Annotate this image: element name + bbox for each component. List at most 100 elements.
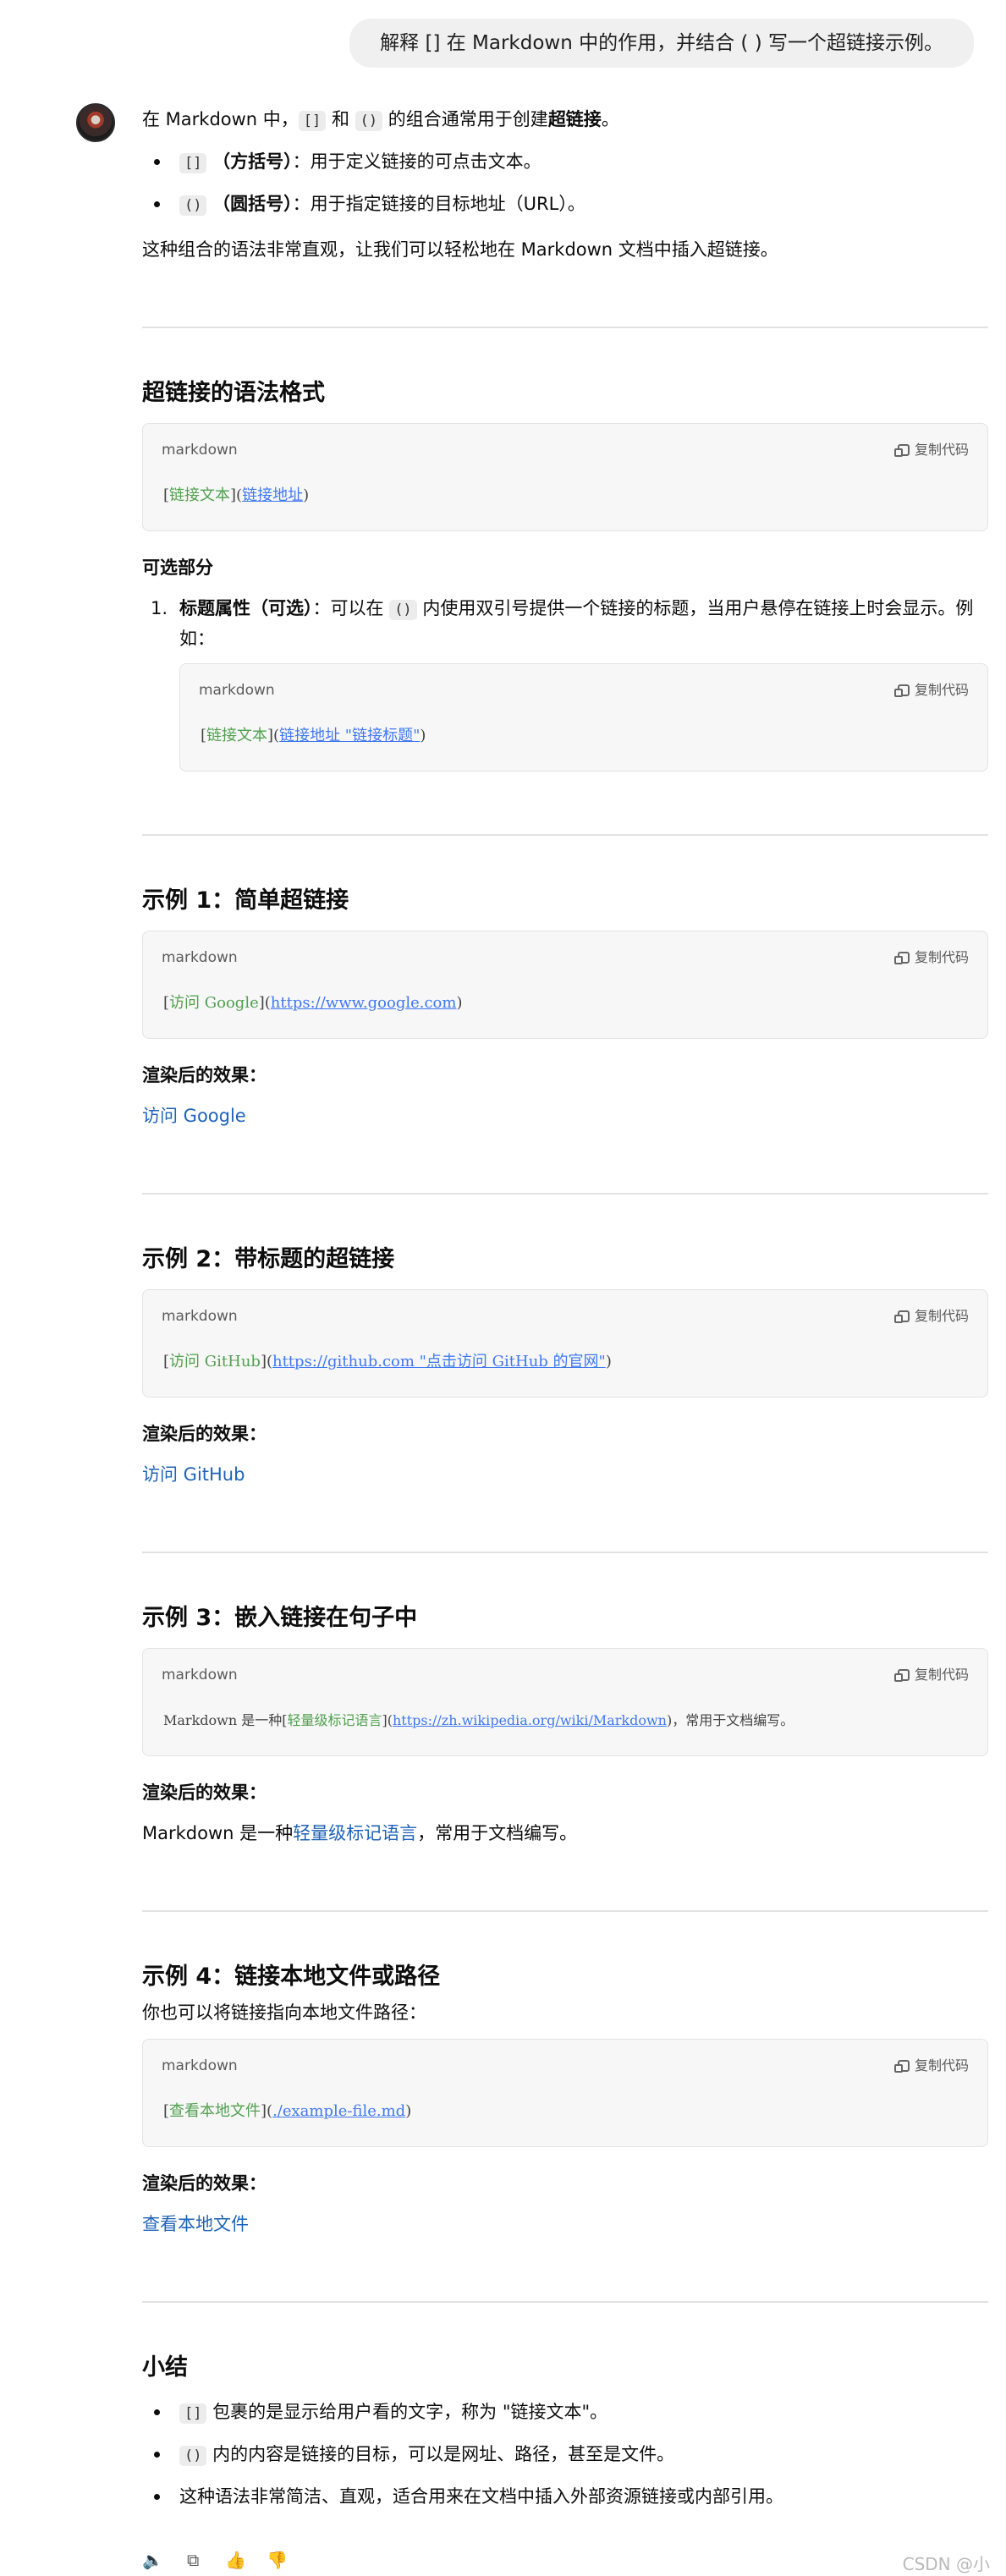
intro-text: 和 <box>326 109 355 129</box>
copy-label: 复制代码 <box>914 949 969 965</box>
section-title: 示例 2：带标题的超链接 <box>142 1246 395 1272</box>
copy-code-button[interactable]: 复制代码 <box>893 2051 969 2080</box>
list-number: 1. <box>151 598 168 618</box>
copy-label: 复制代码 <box>914 2057 969 2073</box>
copy-icon <box>893 2060 910 2073</box>
code-language-label: markdown <box>199 682 275 699</box>
code-language-label: markdown <box>162 1308 238 1325</box>
user-message-bubble: 解释 [] 在 Markdown 中的作用，并结合 ( ) 写一个超链接示例。 <box>349 19 974 68</box>
rendered-label: 渲染后的效果： <box>142 1782 267 1803</box>
code-punct: ]( <box>261 2102 273 2120</box>
rendered-link[interactable]: 查看本地文件 <box>142 2214 249 2234</box>
code-punct: [ <box>201 727 207 744</box>
thumbs-up-icon[interactable]: 👍 <box>225 2551 246 2569</box>
intro-bullet-list: [] （方括号）：用于定义链接的可点击文本。 () （圆括号）：用于指定链接的目… <box>142 147 988 220</box>
divider <box>142 2301 988 2303</box>
code-punct: ) <box>420 727 426 744</box>
code-link-text: 轻量级标记语言 <box>287 1712 382 1728</box>
code-block: markdown 复制代码 [访问 Google](https://www.go… <box>142 931 988 1039</box>
code-punct: [ <box>163 1353 170 1370</box>
code-language-label: markdown <box>162 1667 238 1683</box>
code-content: [访问 Google](https://www.google.com) <box>163 989 462 1018</box>
message-actions: 🔈 ⧉ 👍 👎 CSDN @小 <box>142 2551 990 2576</box>
copy-code-button[interactable]: 复制代码 <box>893 436 969 464</box>
inline-code: () <box>355 111 383 131</box>
thumbs-down-icon[interactable]: 👎 <box>267 2551 288 2569</box>
code-block: markdown 复制代码 [链接文本](链接地址 "链接标题") <box>179 663 988 772</box>
code-punct: )，常用于文档编写。 <box>666 1712 794 1728</box>
section-title: 示例 4：链接本地文件或路径 <box>142 1964 441 1990</box>
inline-code: () <box>179 2446 207 2466</box>
inline-code: () <box>389 600 417 620</box>
section-title: 示例 3：嵌入链接在句子中 <box>142 1605 418 1631</box>
code-punct: ]( <box>258 994 271 1012</box>
code-block: markdown 复制代码 [链接文本](链接地址) <box>142 423 988 531</box>
copy-icon[interactable]: ⧉ <box>184 2551 202 2569</box>
code-content: [查看本地文件](./example-file.md) <box>163 2097 411 2126</box>
rendered-link[interactable]: 访问 Google <box>142 1106 246 1126</box>
intro-paragraph: 在 Markdown 中，[] 和 () 的组合通常用于创建超链接。 <box>142 105 988 135</box>
code-block: markdown 复制代码 [查看本地文件](./example-file.md… <box>142 2039 988 2147</box>
code-block: markdown 复制代码 [访问 GitHub](https://github… <box>142 1289 988 1398</box>
code-link-text: 访问 GitHub <box>169 1353 261 1370</box>
code-punct: ]( <box>382 1712 393 1728</box>
code-punct: [ <box>163 2102 170 2120</box>
code-link-url: https://zh.wikipedia.org/wiki/Markdown <box>392 1712 667 1728</box>
code-punct: ) <box>605 1353 612 1370</box>
code-link-text: 查看本地文件 <box>169 2102 261 2120</box>
intro-text: 的组合通常用于创建 <box>382 109 548 129</box>
divider <box>142 834 988 836</box>
rendered-text: Markdown 是一种 <box>142 1823 294 1843</box>
code-punct: ]( <box>267 727 280 744</box>
list-text: 这种语法非常简洁、直观，适合用来在文档中插入外部资源链接或内部引用。 <box>179 2486 783 2507</box>
code-language-label: markdown <box>162 949 238 966</box>
copy-icon <box>893 952 910 964</box>
rendered-link[interactable]: 访问 GitHub <box>142 1464 245 1485</box>
code-punct: [ <box>163 486 170 504</box>
bullet-text: ：用于定义链接的可点击文本。 <box>292 151 541 172</box>
rendered-result: 访问 GitHub <box>142 1460 988 1489</box>
code-punct: ) <box>303 486 310 504</box>
code-punct: ) <box>456 994 463 1012</box>
copy-label: 复制代码 <box>914 1308 969 1324</box>
section-title: 超链接的语法格式 <box>142 380 325 406</box>
list-text: 内的内容是链接的目标，可以是网址、路径，甚至是文件。 <box>206 2444 675 2464</box>
assistant-avatar <box>76 103 115 142</box>
speaker-icon[interactable]: 🔈 <box>142 2551 163 2569</box>
rendered-link[interactable]: 轻量级标记语言 <box>293 1823 417 1843</box>
code-language-label: markdown <box>162 2057 238 2074</box>
copy-icon <box>893 1669 910 1682</box>
inline-code: () <box>179 195 207 216</box>
copy-icon <box>893 444 910 457</box>
copy-code-button[interactable]: 复制代码 <box>893 943 969 972</box>
bullet-bold: （方括号） <box>212 151 293 172</box>
bullet-bold: （圆括号） <box>212 194 293 214</box>
copy-code-button[interactable]: 复制代码 <box>893 1302 969 1331</box>
inline-code: [] <box>179 153 207 173</box>
code-link-url: https://github.com "点击访问 GitHub 的官网" <box>272 1353 606 1370</box>
copy-code-button[interactable]: 复制代码 <box>893 676 969 705</box>
code-link-url: ./example-file.md <box>272 2102 406 2120</box>
rendered-text: ，常用于文档编写。 <box>417 1823 578 1843</box>
rendered-label: 渲染后的效果： <box>142 1424 267 1444</box>
bullet-text: ：用于指定链接的目标地址（URL）。 <box>292 194 585 214</box>
list-item: 1. 标题属性（可选）：可以在 () 内使用双引号提供一个链接的标题，当用户悬停在… <box>142 594 988 653</box>
list-item: [] （方括号）：用于定义链接的可点击文本。 <box>142 147 988 178</box>
section-title: 示例 1：简单超链接 <box>142 887 349 914</box>
code-language-label: markdown <box>162 442 238 459</box>
copy-label: 复制代码 <box>914 682 969 698</box>
section-title: 小结 <box>142 2354 188 2381</box>
intro-paragraph-2: 这种组合的语法非常直观，让我们可以轻松地在 Markdown 文档中插入超链接。 <box>142 239 778 260</box>
intro-text: 。 <box>601 109 619 129</box>
copy-code-button[interactable]: 复制代码 <box>893 1661 969 1689</box>
copy-icon <box>893 1310 910 1323</box>
code-punct: ) <box>405 2102 412 2120</box>
inline-code: [] <box>179 2403 207 2424</box>
code-punct: ]( <box>230 486 243 504</box>
divider <box>142 1910 988 1912</box>
rendered-result: 访问 Google <box>142 1101 988 1130</box>
optional-title: 可选部分 <box>142 557 213 578</box>
code-link-url: 链接地址 "链接标题" <box>279 727 421 744</box>
intro-bold: 超链接 <box>547 109 602 129</box>
rendered-result: 查看本地文件 <box>142 2210 988 2238</box>
